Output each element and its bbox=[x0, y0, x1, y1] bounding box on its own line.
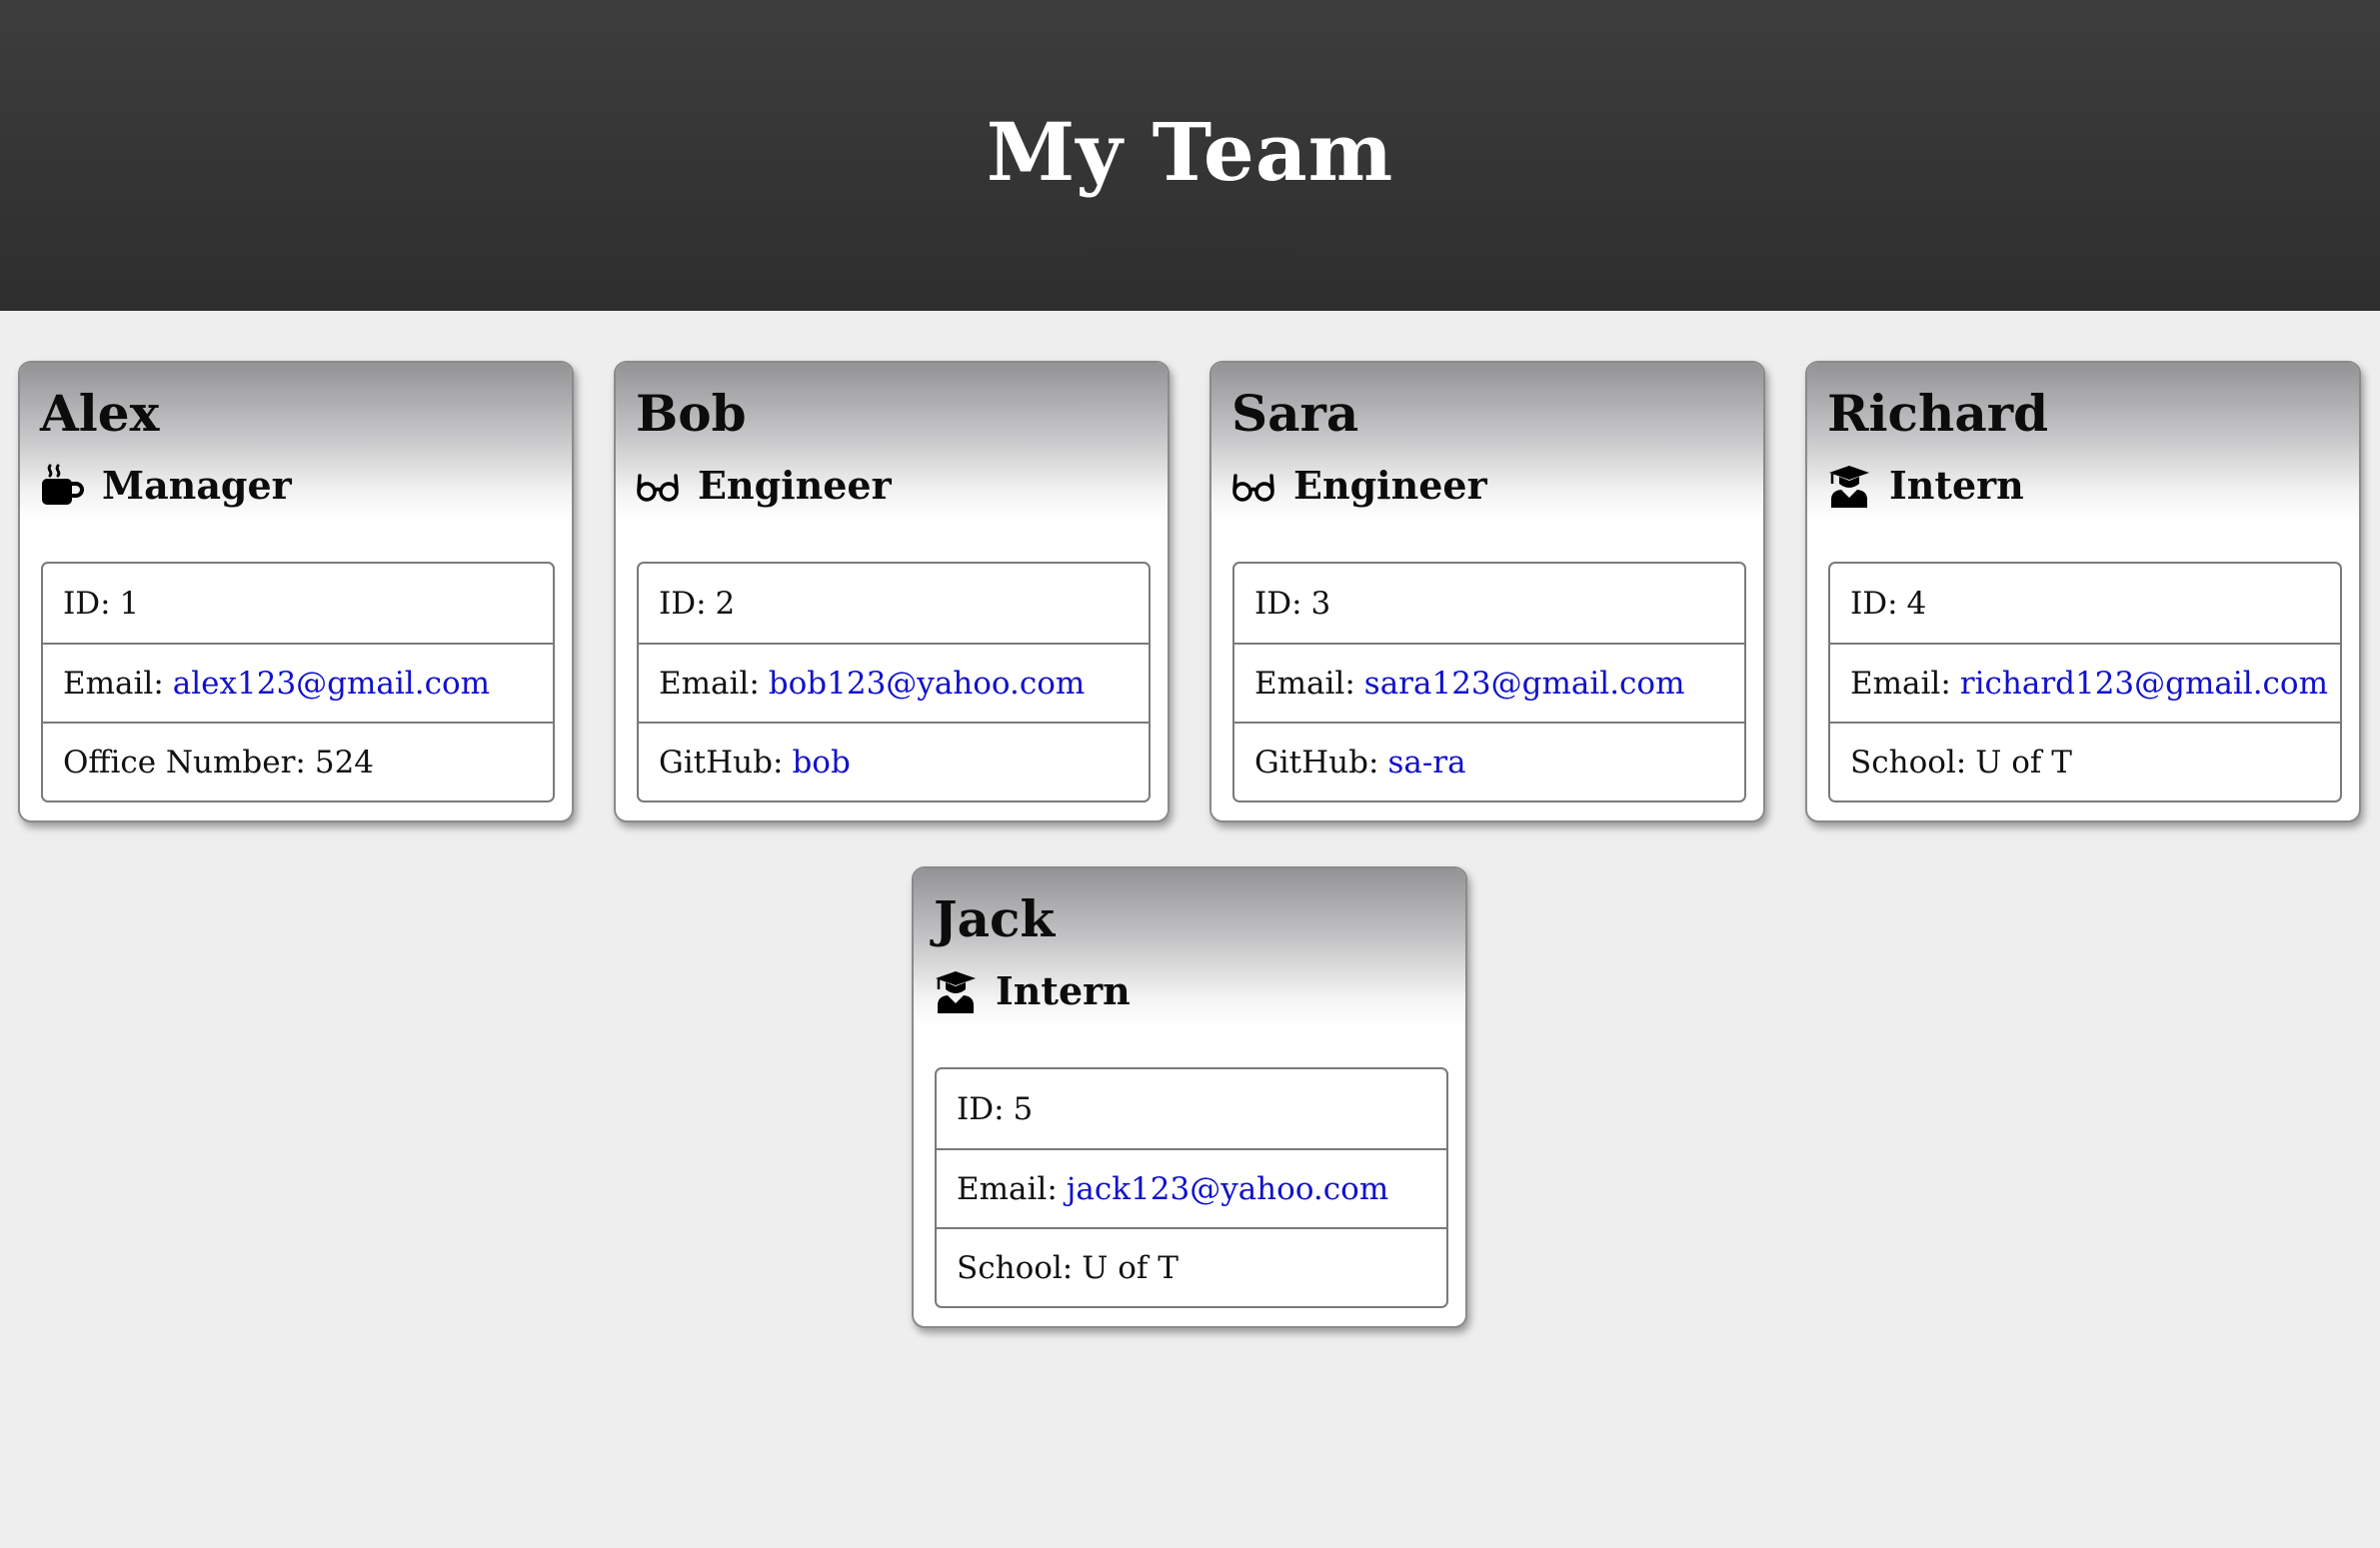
team-member-card: Alex Manager ID: 1 Email: alex123@gmail.… bbox=[18, 361, 574, 822]
github-label: GitHub: bbox=[659, 744, 784, 780]
member-role: Intern bbox=[934, 969, 1131, 1013]
member-email-row: Email: richard123@gmail.com bbox=[1830, 643, 2340, 722]
email-link[interactable]: richard123@gmail.com bbox=[1960, 666, 2328, 702]
member-office-row: Office Number: 524 bbox=[43, 722, 553, 800]
page-header: My Team bbox=[0, 0, 2380, 311]
member-info-list: ID: 4 Email: richard123@gmail.com School… bbox=[1828, 562, 2342, 802]
member-name: Richard bbox=[1827, 384, 2049, 443]
team-member-card: Richard Intern ID: 4 Email: richard123@g… bbox=[1805, 361, 2361, 822]
email-link[interactable]: jack123@yahoo.com bbox=[1067, 1171, 1388, 1207]
id-label: ID: bbox=[63, 585, 111, 622]
glasses-icon bbox=[636, 464, 680, 508]
coffee-mug-icon bbox=[40, 464, 84, 508]
member-name: Jack bbox=[934, 889, 1056, 948]
card-header: Jack Intern bbox=[914, 868, 1465, 1048]
member-id-row: ID: 1 bbox=[43, 564, 553, 643]
school-value: U of T bbox=[1082, 1249, 1179, 1286]
id-value: 1 bbox=[119, 585, 140, 622]
glasses-icon bbox=[1231, 464, 1275, 508]
school-label: School: bbox=[957, 1249, 1074, 1286]
id-value: 3 bbox=[1310, 585, 1331, 622]
member-email-row: Email: sara123@gmail.com bbox=[1234, 643, 1744, 722]
graduate-icon bbox=[1827, 464, 1871, 508]
member-id-row: ID: 5 bbox=[937, 1069, 1446, 1148]
office-number-label: Office Number: bbox=[63, 744, 306, 780]
member-role: Manager bbox=[40, 464, 292, 508]
member-name: Bob bbox=[636, 384, 747, 443]
team-member-card: Bob Engineer ID: 2 Email: bob123@yahoo.c… bbox=[614, 361, 1170, 822]
member-role-label: Engineer bbox=[698, 463, 892, 508]
member-info-list: ID: 5 Email: jack123@yahoo.com School: U… bbox=[935, 1067, 1448, 1308]
member-role-label: Engineer bbox=[1293, 463, 1487, 508]
member-info-list: ID: 2 Email: bob123@yahoo.com GitHub: bo… bbox=[637, 562, 1151, 802]
email-label: Email: bbox=[1850, 665, 1951, 702]
member-name: Alex bbox=[40, 384, 160, 443]
card-header: Richard Intern bbox=[1807, 363, 2359, 543]
graduate-icon bbox=[934, 969, 978, 1013]
email-link[interactable]: alex123@gmail.com bbox=[173, 666, 490, 702]
email-link[interactable]: sara123@gmail.com bbox=[1364, 666, 1685, 702]
member-role: Intern bbox=[1827, 464, 2024, 508]
team-member-card: Sara Engineer ID: 3 Email: sara123@gmail… bbox=[1209, 361, 1765, 822]
member-school-row: School: U of T bbox=[1830, 722, 2340, 800]
member-role: Engineer bbox=[1231, 464, 1487, 508]
office-number-value: 524 bbox=[314, 744, 375, 780]
email-label: Email: bbox=[659, 665, 760, 702]
member-info-list: ID: 1 Email: alex123@gmail.com Office Nu… bbox=[41, 562, 555, 802]
id-label: ID: bbox=[957, 1090, 1005, 1127]
member-name: Sara bbox=[1231, 384, 1359, 443]
school-label: School: bbox=[1850, 744, 1967, 780]
github-link[interactable]: sa-ra bbox=[1387, 745, 1465, 780]
card-header: Alex Manager bbox=[20, 363, 572, 543]
member-role-label: Intern bbox=[996, 968, 1131, 1013]
email-label: Email: bbox=[1254, 665, 1355, 702]
member-id-row: ID: 4 bbox=[1830, 564, 2340, 643]
id-value: 4 bbox=[1906, 585, 1927, 622]
member-email-row: Email: alex123@gmail.com bbox=[43, 643, 553, 722]
id-label: ID: bbox=[1254, 585, 1302, 622]
member-role-label: Manager bbox=[102, 463, 292, 508]
member-email-row: Email: jack123@yahoo.com bbox=[937, 1148, 1446, 1227]
email-link[interactable]: bob123@yahoo.com bbox=[769, 666, 1086, 702]
member-role: Engineer bbox=[636, 464, 892, 508]
id-value: 5 bbox=[1013, 1090, 1034, 1127]
card-header: Sara Engineer bbox=[1211, 363, 1763, 543]
github-link[interactable]: bob bbox=[792, 745, 850, 780]
email-label: Email: bbox=[957, 1170, 1058, 1207]
member-id-row: ID: 2 bbox=[639, 564, 1149, 643]
member-email-row: Email: bob123@yahoo.com bbox=[639, 643, 1149, 722]
email-label: Email: bbox=[63, 665, 164, 702]
member-github-row: GitHub: bob bbox=[639, 722, 1149, 800]
id-label: ID: bbox=[659, 585, 707, 622]
id-value: 2 bbox=[715, 585, 736, 622]
page-title: My Team bbox=[986, 104, 1394, 199]
card-header: Bob Engineer bbox=[616, 363, 1168, 543]
id-label: ID: bbox=[1850, 585, 1898, 622]
member-github-row: GitHub: sa-ra bbox=[1234, 722, 1744, 800]
school-value: U of T bbox=[1975, 744, 2072, 780]
member-role-label: Intern bbox=[1889, 463, 2024, 508]
github-label: GitHub: bbox=[1254, 744, 1379, 780]
member-id-row: ID: 3 bbox=[1234, 564, 1744, 643]
member-school-row: School: U of T bbox=[937, 1227, 1446, 1306]
team-member-card: Jack Intern ID: 5 Email: jack123@yahoo.c… bbox=[912, 866, 1467, 1328]
member-info-list: ID: 3 Email: sara123@gmail.com GitHub: s… bbox=[1232, 562, 1746, 802]
